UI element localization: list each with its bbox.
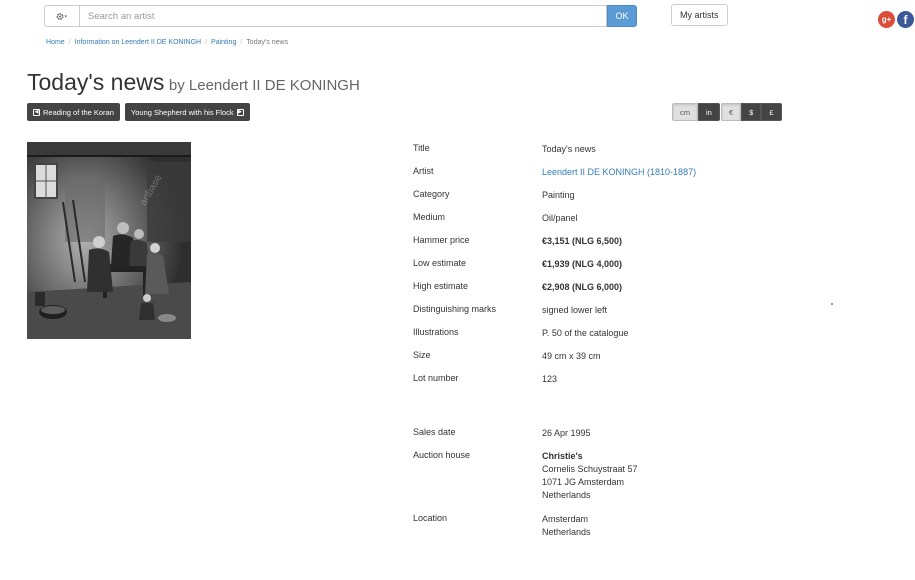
detail-value: Painting [542, 190, 575, 200]
detail-value: 123 [542, 374, 558, 384]
length-unit-toggle: cm in [672, 103, 720, 121]
caret-down-icon [64, 15, 67, 17]
detail-label: Distinguishing marks [413, 304, 497, 314]
auction-house-name: Christie's [542, 451, 583, 461]
search-ok-button[interactable]: OK [607, 5, 637, 27]
auction-house-address-line: Cornelis Schuystraat 57 [542, 464, 638, 474]
detail-value: P. 50 of the catalogue [542, 328, 629, 338]
breadcrumb: Home / Information on Leendert II DE KON… [46, 39, 288, 46]
detail-label: High estimate [413, 281, 469, 291]
breadcrumb-current: Today's news [246, 39, 289, 46]
detail-label: Location [413, 513, 448, 523]
page-title: Today's news by Leendert II DE KONINGH [27, 69, 360, 96]
previous-artwork-label: Reading of the Koran [43, 107, 114, 117]
detail-label: Hammer price [413, 235, 470, 245]
detail-value: 26 Apr 1995 [542, 428, 591, 438]
previous-artwork-button[interactable]: ◀ Reading of the Koran [27, 103, 120, 121]
breadcrumb-home[interactable]: Home [46, 39, 65, 46]
search-options-button[interactable] [44, 5, 79, 27]
artwork-title: Today's news [27, 69, 165, 95]
detail-label: Size [413, 350, 431, 360]
detail-value: €1,939 (NLG 4,000) [542, 259, 623, 269]
artwork-image[interactable]: artbase [27, 142, 191, 339]
breadcrumb-separator: / [240, 39, 243, 46]
currency-toggle: € $ £ [721, 103, 782, 121]
auction-house-address-line: 1071 JG Amsterdam [542, 477, 625, 487]
currency-euro-button[interactable]: € [721, 103, 742, 121]
detail-value: signed lower left [542, 305, 608, 315]
search-input[interactable] [79, 5, 607, 27]
auction-house-address-line: Netherlands [542, 490, 591, 500]
search-bar: OK [44, 5, 637, 27]
detail-value: 49 cm x 39 cm [542, 351, 601, 361]
detail-label: Auction house [413, 450, 471, 460]
breadcrumb-painting[interactable]: Painting [211, 39, 236, 46]
next-artwork-button[interactable]: Young Shepherd with his Flock ▶ [124, 103, 250, 121]
unit-in-button[interactable]: in [698, 103, 720, 121]
detail-label: Artist [413, 166, 434, 176]
artwork-navigation: ◀ Reading of the Koran Young Shepherd wi… [27, 103, 250, 121]
detail-value: €3,151 (NLG 6,500) [542, 236, 623, 246]
detail-label: Illustrations [413, 327, 459, 337]
currency-pound-button[interactable]: £ [761, 103, 782, 121]
gear-icon [56, 12, 67, 20]
detail-value: €2,908 (NLG 6,000) [542, 282, 623, 292]
my-artists-button[interactable]: My artists [671, 4, 728, 26]
artwork-byline: by Leendert II DE KONINGH [168, 77, 360, 94]
facebook-icon[interactable]: f [897, 11, 914, 28]
currency-dollar-button[interactable]: $ [741, 103, 762, 121]
google-plus-icon[interactable]: g+ [878, 11, 895, 28]
arrow-right-icon: ▶ [236, 108, 244, 116]
arrow-left-icon: ◀ [33, 108, 40, 116]
unit-cm-button[interactable]: cm [672, 103, 698, 121]
decorative-dot [831, 303, 833, 305]
detail-value: Oil/panel [542, 213, 578, 223]
location-line: Netherlands [542, 527, 591, 537]
detail-label: Sales date [413, 427, 456, 437]
detail-label: Category [413, 189, 450, 199]
detail-label: Title [413, 143, 430, 153]
location-line: Amsterdam [542, 514, 589, 524]
detail-value: Christie's Cornelis Schuystraat 57 1071 … [542, 450, 638, 502]
breadcrumb-separator: / [205, 39, 208, 46]
breadcrumb-artist-info[interactable]: Information on Leendert II DE KONINGH [75, 39, 201, 46]
detail-label: Medium [413, 212, 446, 222]
detail-value: Amsterdam Netherlands [542, 513, 591, 539]
next-artwork-label: Young Shepherd with his Flock [130, 107, 234, 117]
detail-value: Today's news [542, 144, 596, 154]
breadcrumb-separator: / [68, 39, 71, 46]
artist-link[interactable]: Leendert II DE KONINGH (1810-1887) [542, 166, 696, 179]
detail-label: Lot number [413, 373, 459, 383]
detail-label: Low estimate [413, 258, 467, 268]
